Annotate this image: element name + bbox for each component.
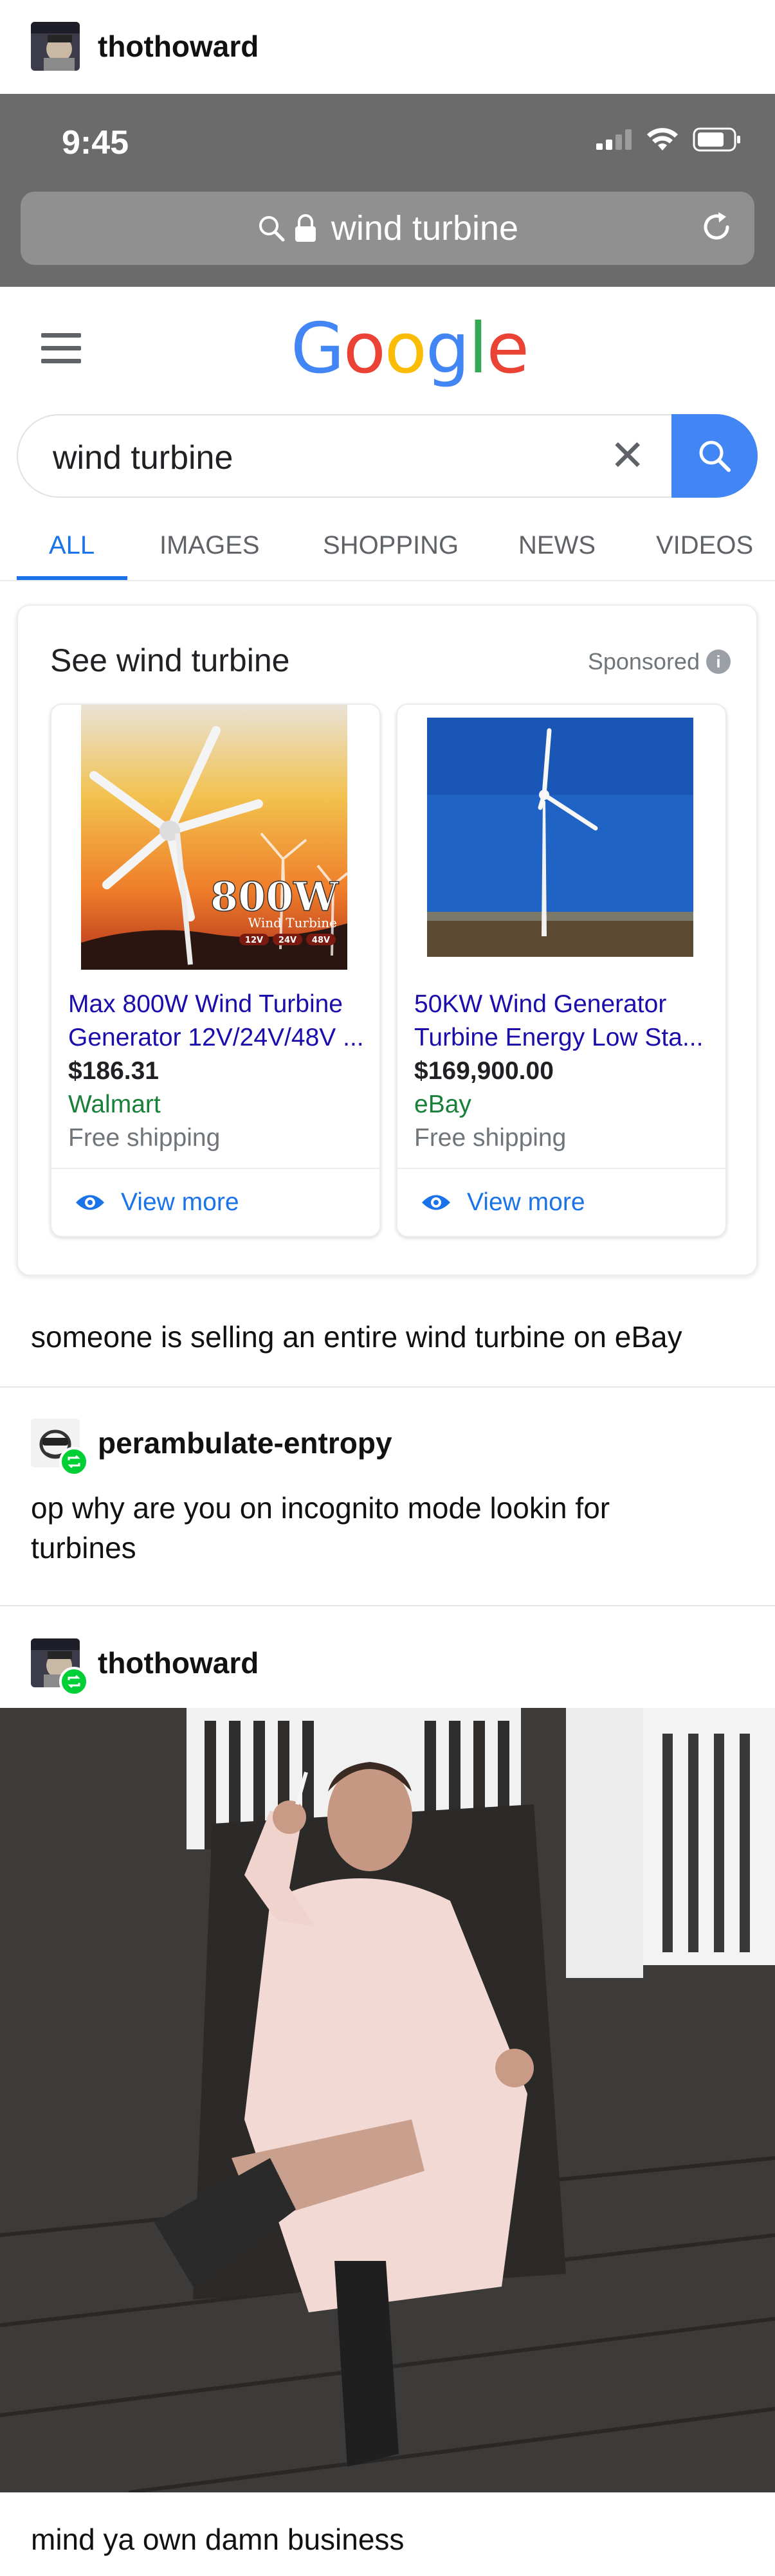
product-image-voltage: 12V [245,936,263,945]
product-card[interactable]: 800W Wind Turbine 12V 24V 48V Max 800W W… [50,703,381,1237]
tab-videos[interactable]: VIDEOS [656,531,753,560]
product-shipping: Free shipping [68,1124,221,1152]
text-line: op why are you on incognito mode lookin … [31,1491,610,1525]
search-icon [699,440,731,472]
view-more-label: View more [467,1188,585,1216]
eye-icon [422,1195,450,1210]
product-shipping: Free shipping [414,1124,567,1152]
sponsored-label[interactable]: Sponsored i [588,648,731,675]
logo-letter: l [468,309,488,389]
view-more-label: View more [121,1188,239,1216]
product-store: eBay [414,1091,471,1118]
shopping-card-title: See wind turbine [50,642,290,678]
text-line: turbines [31,1531,136,1565]
post-header: thothoward [0,22,775,71]
tab-images[interactable]: IMAGES [160,531,260,560]
post-username[interactable]: thothoward [98,29,259,64]
product-image-subtitle: Wind Turbine [248,915,337,930]
view-more-button[interactable]: View more [421,1188,585,1217]
logo-letter: g [425,309,470,389]
battery-icon [693,127,740,152]
logo-letter: o [343,309,386,389]
shopping-ads-card: See wind turbine Sponsored i 800W Wind T… [17,604,758,1276]
product-title-line: 50KW Wind Generator [414,990,667,1018]
clear-search-button[interactable]: ✕ [610,431,645,480]
search-query-text[interactable]: wind turbine [53,439,233,477]
reblog-header: perambulate-entropy [0,1419,775,1476]
post-username[interactable]: thothoward [98,1646,259,1680]
product-price: $169,900.00 [414,1057,554,1085]
logo-letter: G [291,309,345,389]
product-title-line: Generator 12V/24V/48V ... [68,1024,364,1051]
tumblr-post-thread: thothoward 9:45 wind turbine Google wind… [0,0,775,2576]
reblog-icon [59,1447,89,1476]
divider [397,1168,725,1169]
post-caption: mind ya own damn business [31,2523,405,2556]
product-title-link[interactable]: 50KW Wind Generator Turbine Energy Low S… [414,988,716,1055]
product-title-link[interactable]: Max 800W Wind Turbine Generator 12V/24V/… [68,988,370,1055]
lock-icon [295,214,316,242]
product-image-wind-turbine-sunset[interactable]: 800W Wind Turbine 12V 24V 48V [81,705,347,970]
reaction-photo[interactable] [0,1708,775,2492]
avatar[interactable] [31,1419,89,1476]
info-icon[interactable]: i [706,649,731,674]
avatar[interactable] [31,1638,89,1696]
post-caption: someone is selling an entire wind turbin… [31,1320,682,1354]
tab-shopping[interactable]: SHOPPING [323,531,459,560]
hamburger-menu-icon[interactable] [41,333,81,372]
product-image-title: 800W [210,873,339,920]
product-title-line: Max 800W Wind Turbine [68,990,343,1018]
product-store: Walmart [68,1091,161,1118]
address-bar-text: wind turbine [331,209,519,248]
product-image-voltage: 24V [278,936,296,945]
ios-status-bar: 9:45 [0,94,775,190]
search-icon [259,216,285,242]
address-bar[interactable]: wind turbine [21,192,754,265]
divider [0,580,775,581]
avatar[interactable] [31,22,80,71]
tab-all[interactable]: ALL [49,531,95,560]
reblog-text: op why are you on incognito mode lookin … [31,1488,610,1568]
product-image-wind-turbine-field[interactable] [427,705,693,970]
logo-letter: e [486,309,529,389]
product-price: $186.31 [68,1057,159,1085]
search-tabs: ALL IMAGES SHOPPING NEWS VIDEOS [0,531,775,583]
view-more-button[interactable]: View more [75,1188,239,1217]
google-logo[interactable]: Google [291,309,529,389]
post-username[interactable]: perambulate-entropy [98,1426,392,1460]
status-icons [596,127,742,152]
search-button[interactable] [671,414,758,498]
cellular-signal-icon [596,129,632,150]
reblog-icon [59,1667,89,1696]
post-divider [0,1605,775,1606]
status-time: 9:45 [62,124,129,161]
reblog-header: thothoward [0,1638,775,1696]
sponsored-text: Sponsored [587,648,700,675]
post-divider [0,1386,775,1388]
divider [51,1168,379,1169]
eye-icon [76,1195,104,1210]
google-search-screenshot: 9:45 wind turbine Google wind turbine ✕ … [0,94,775,1283]
wifi-icon [647,128,678,150]
product-image-voltage: 48V [312,936,330,945]
product-title-line: Turbine Energy Low Sta... [414,1024,704,1051]
reload-icon[interactable] [699,210,734,244]
product-card[interactable]: 50KW Wind Generator Turbine Energy Low S… [396,703,727,1237]
search-input[interactable]: wind turbine ✕ [17,414,758,498]
logo-letter: o [384,309,427,389]
tab-news[interactable]: NEWS [518,531,596,560]
